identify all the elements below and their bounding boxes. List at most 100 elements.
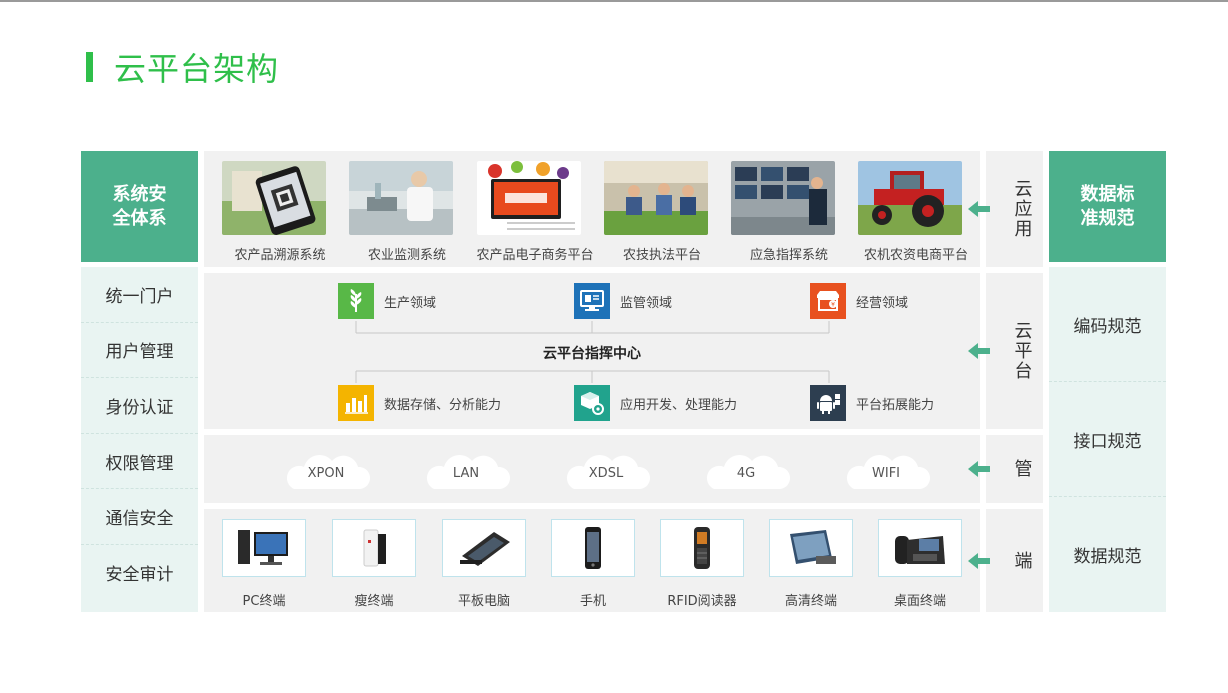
terminal-phone: 手机 bbox=[551, 519, 635, 609]
platform-production-label: 生产领域 bbox=[384, 295, 437, 311]
app-enforcement: 农技执法平台 bbox=[604, 161, 714, 263]
pc-icon bbox=[222, 519, 306, 577]
terminal-label: 桌面终端 bbox=[893, 594, 946, 609]
hd-terminal-icon bbox=[769, 519, 853, 577]
app-emergency: 应急指挥系统 bbox=[731, 161, 841, 263]
terminal-label: RFID阅读器 bbox=[667, 594, 737, 609]
platform-business-label: 经营领域 bbox=[856, 295, 909, 311]
cube-gear-icon bbox=[574, 385, 610, 421]
network-lan: LAN bbox=[420, 453, 512, 491]
phone-scan-photo bbox=[222, 161, 326, 235]
layer-label-text: 管 bbox=[1011, 459, 1033, 479]
terminal-label: 高清终端 bbox=[784, 594, 837, 609]
app-ecommerce: 农产品电子商务平台 bbox=[476, 161, 594, 263]
network-xdsl: XDSL bbox=[560, 453, 652, 491]
platform-data-capability-label: 数据存储、分析能力 bbox=[384, 397, 502, 413]
page-title: 云平台架构 bbox=[114, 50, 280, 88]
layer-label-cloud-app: 云应用 bbox=[968, 151, 1043, 267]
layer-label-text: 端 bbox=[1011, 550, 1033, 571]
app-monitoring: 农业监测系统 bbox=[349, 161, 459, 263]
platform-production: 生产领域 bbox=[338, 283, 436, 319]
network-wifi: WIFI bbox=[840, 453, 932, 491]
terminal-pc: PC终端 bbox=[222, 519, 306, 609]
lab-photo bbox=[349, 161, 453, 235]
arrow-left-icon bbox=[968, 201, 990, 217]
security-item-user-mgmt: 用户管理 bbox=[81, 323, 198, 379]
app-machinery: 农机农资电商平台 bbox=[858, 161, 968, 263]
security-system-header: 系统安 全体系 bbox=[81, 151, 198, 262]
app-label: 农技执法平台 bbox=[622, 248, 701, 263]
security-item-comm: 通信安全 bbox=[81, 489, 198, 545]
tractor-photo bbox=[858, 161, 962, 235]
monitor-icon bbox=[574, 283, 610, 319]
control-room-photo bbox=[731, 161, 835, 235]
thin-client-icon bbox=[332, 519, 416, 577]
app-label: 农产品溯源系统 bbox=[234, 248, 326, 263]
app-label: 应急指挥系统 bbox=[749, 248, 828, 263]
network-label: XDSL bbox=[588, 466, 624, 481]
terminal-tablet: 平板电脑 bbox=[442, 519, 526, 609]
top-divider bbox=[0, 0, 1228, 2]
platform-business: ¥ 经营领域 bbox=[810, 283, 908, 319]
terminal-thin: 瘦终端 bbox=[332, 519, 416, 609]
phone-icon bbox=[551, 519, 635, 577]
arrow-left-icon bbox=[968, 343, 990, 359]
terminal-label: 平板电脑 bbox=[457, 594, 510, 609]
terminal-rfid: RFID阅读器 bbox=[660, 519, 744, 609]
security-item-auth: 身份认证 bbox=[81, 378, 198, 434]
app-layer-panel: 农产品溯源系统 农业监测系统 农产品电子商务平台 农技执法平台 应急指挥系统 农… bbox=[204, 151, 980, 267]
security-item-permission: 权限管理 bbox=[81, 434, 198, 490]
standard-item-data: 数据规范 bbox=[1073, 547, 1142, 567]
app-label: 农业监测系统 bbox=[367, 248, 446, 263]
standard-header-line-2: 准规范 bbox=[1080, 207, 1135, 229]
android-icon bbox=[810, 385, 846, 421]
wheat-icon bbox=[338, 283, 374, 319]
security-item-portal: 统一门户 bbox=[81, 267, 198, 323]
svg-text:¥: ¥ bbox=[831, 302, 835, 309]
layer-label-network: 管 bbox=[968, 435, 1043, 503]
terminal-layer-panel: PC终端 瘦终端 平板电脑 手机 RFID阅读器 高清终端 桌面终端 bbox=[204, 509, 980, 612]
terminal-label: PC终端 bbox=[242, 594, 286, 609]
terminal-desktop: 桌面终端 bbox=[878, 519, 962, 609]
network-label: LAN bbox=[452, 466, 480, 481]
network-label: WIFI bbox=[872, 466, 900, 481]
network-label: XPON bbox=[307, 466, 345, 481]
security-list: 统一门户 用户管理 身份认证 权限管理 通信安全 安全审计 bbox=[81, 267, 198, 612]
desk-phone-icon bbox=[878, 519, 962, 577]
shop-icon: ¥ bbox=[810, 283, 846, 319]
platform-data-capability: 数据存储、分析能力 bbox=[338, 385, 501, 421]
arrow-left-icon bbox=[968, 553, 990, 569]
layer-label-text: 云应用 bbox=[1011, 179, 1033, 239]
terminal-label: 手机 bbox=[579, 594, 606, 609]
tablet-pc-icon bbox=[442, 519, 526, 577]
layer-label-text: 云平台 bbox=[1011, 321, 1033, 381]
chart-icon bbox=[338, 385, 374, 421]
security-header-line-1: 系统安 bbox=[112, 183, 167, 205]
network-4g: 4G bbox=[700, 453, 792, 491]
standard-header-line-1: 数据标 bbox=[1080, 183, 1135, 205]
ecommerce-photo bbox=[477, 161, 581, 235]
network-layer-panel: XPON LAN XDSL 4G WIFI bbox=[204, 435, 980, 503]
arrow-left-icon bbox=[968, 461, 990, 477]
security-header-line-2: 全体系 bbox=[112, 207, 167, 229]
command-center-label: 云平台指挥中心 bbox=[543, 346, 641, 362]
market-photo bbox=[604, 161, 708, 235]
platform-dev-capability: 应用开发、处理能力 bbox=[574, 385, 737, 421]
app-traceability: 农产品溯源系统 bbox=[222, 161, 332, 263]
app-label: 农产品电子商务平台 bbox=[476, 248, 594, 263]
platform-layer-panel: 生产领域 监管领域 ¥ 经营领域 云平台指挥中心 数据存储、分析能力 应用开发、… bbox=[204, 273, 980, 429]
layer-label-cloud-platform: 云平台 bbox=[968, 273, 1043, 429]
platform-supervision-label: 监管领域 bbox=[620, 295, 673, 311]
title-accent-bar bbox=[86, 52, 93, 82]
platform-dev-capability-label: 应用开发、处理能力 bbox=[620, 397, 738, 413]
terminal-hd: 高清终端 bbox=[769, 519, 853, 609]
layer-label-terminal: 端 bbox=[968, 509, 1043, 612]
data-standard-header: 数据标 准规范 bbox=[1049, 151, 1166, 262]
platform-supervision: 监管领域 bbox=[574, 283, 672, 319]
standard-list: 编码规范 接口规范 数据规范 bbox=[1049, 267, 1166, 612]
standard-item-interface: 接口规范 bbox=[1049, 382, 1166, 497]
network-label: 4G bbox=[736, 466, 756, 481]
rfid-reader-icon bbox=[660, 519, 744, 577]
terminal-label: 瘦终端 bbox=[354, 594, 394, 609]
platform-extension-capability-label: 平台拓展能力 bbox=[856, 397, 935, 413]
